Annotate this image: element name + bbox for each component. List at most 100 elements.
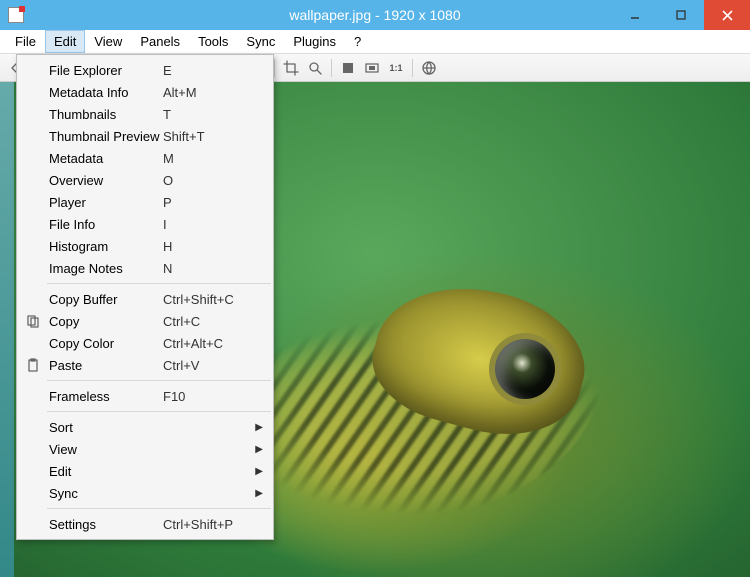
menu-item-label: Histogram <box>45 239 163 254</box>
menu-view[interactable]: View <box>85 30 131 53</box>
close-button[interactable] <box>704 0 750 30</box>
menu-item-label: Sync <box>45 486 163 501</box>
app-icon <box>8 7 24 23</box>
menu-edit[interactable]: Edit <box>45 30 85 53</box>
menu-item-label: Frameless <box>45 389 163 404</box>
menu-item-shortcut: Ctrl+Shift+C <box>163 292 253 307</box>
menu-help[interactable]: ? <box>345 30 370 53</box>
copy-icon <box>21 313 45 329</box>
menu-item-label: Overview <box>45 173 163 188</box>
slideshow-icon <box>364 60 380 76</box>
menu-item-shortcut: I <box>163 217 253 232</box>
crop-icon <box>283 60 299 76</box>
menu-item-overview[interactable]: OverviewO <box>17 169 273 191</box>
actual-size-icon: 1:1 <box>389 63 402 73</box>
titlebar[interactable]: wallpaper.jpg - 1920 x 1080 <box>0 0 750 30</box>
menu-item-label: View <box>45 442 163 457</box>
menu-file[interactable]: File <box>6 30 45 53</box>
menu-item-label: Copy Buffer <box>45 292 163 307</box>
menu-item-label: Image Notes <box>45 261 163 276</box>
toolbar-zoom-region[interactable] <box>304 57 326 79</box>
menu-item-player[interactable]: PlayerP <box>17 191 273 213</box>
web-icon <box>421 60 437 76</box>
menu-item-shortcut: M <box>163 151 253 166</box>
menu-item-file-explorer[interactable]: File ExplorerE <box>17 59 273 81</box>
maximize-icon <box>676 10 686 20</box>
toolbar-fullscreen[interactable] <box>337 57 359 79</box>
menu-item-shortcut: O <box>163 173 253 188</box>
submenu-arrow-icon: ▶ <box>253 422 263 433</box>
menubar: FileEditViewPanelsToolsSyncPlugins? <box>0 30 750 54</box>
menu-sync[interactable]: Sync <box>237 30 284 53</box>
menu-tools[interactable]: Tools <box>189 30 237 53</box>
minimize-button[interactable] <box>612 0 658 30</box>
window-controls <box>612 0 750 30</box>
toolbar-separator <box>412 59 413 77</box>
menu-item-shortcut: Shift+T <box>163 129 253 144</box>
zoom-region-icon <box>307 60 323 76</box>
menu-item-sync[interactable]: Sync ▶ <box>17 482 273 504</box>
menu-item-label: Settings <box>45 517 163 532</box>
menu-item-sort[interactable]: Sort ▶ <box>17 416 273 438</box>
menu-item-label: Paste <box>45 358 163 373</box>
close-icon <box>722 10 733 21</box>
menu-item-shortcut: Ctrl+C <box>163 314 253 329</box>
submenu-arrow-icon: ▶ <box>253 444 263 455</box>
submenu-arrow-icon: ▶ <box>253 466 263 477</box>
menu-item-metadata[interactable]: MetadataM <box>17 147 273 169</box>
menu-item-label: Metadata <box>45 151 163 166</box>
toolbar-web[interactable] <box>418 57 440 79</box>
menu-item-shortcut: F10 <box>163 389 253 404</box>
menu-item-thumbnails[interactable]: ThumbnailsT <box>17 103 273 125</box>
menu-item-frameless[interactable]: FramelessF10 <box>17 385 273 407</box>
menu-item-edit[interactable]: Edit ▶ <box>17 460 273 482</box>
menu-item-label: Sort <box>45 420 163 435</box>
menu-item-shortcut: Ctrl+Shift+P <box>163 517 253 532</box>
fullscreen-icon <box>340 60 356 76</box>
menu-item-label: Thumbnails <box>45 107 163 122</box>
menu-panels[interactable]: Panels <box>131 30 189 53</box>
menu-item-settings[interactable]: SettingsCtrl+Shift+P <box>17 513 273 535</box>
paste-icon <box>21 357 45 373</box>
menu-item-shortcut: Alt+M <box>163 85 253 100</box>
menu-item-image-notes[interactable]: Image NotesN <box>17 257 273 279</box>
menu-item-shortcut: Ctrl+V <box>163 358 253 373</box>
menu-separator <box>47 283 271 284</box>
menu-plugins[interactable]: Plugins <box>284 30 345 53</box>
toolbar-separator <box>331 59 332 77</box>
menu-item-shortcut: T <box>163 107 253 122</box>
menu-item-label: Metadata Info <box>45 85 163 100</box>
menu-separator <box>47 380 271 381</box>
toolbar-separator <box>274 59 275 77</box>
menu-item-label: Copy Color <box>45 336 163 351</box>
menu-item-shortcut: P <box>163 195 253 210</box>
window-title: wallpaper.jpg - 1920 x 1080 <box>289 7 460 23</box>
menu-item-copy-buffer[interactable]: Copy BufferCtrl+Shift+C <box>17 288 273 310</box>
minimize-icon <box>630 10 640 20</box>
menu-item-metadata-info[interactable]: Metadata InfoAlt+M <box>17 81 273 103</box>
menu-item-histogram[interactable]: HistogramH <box>17 235 273 257</box>
menu-item-shortcut: Ctrl+Alt+C <box>163 336 253 351</box>
menu-item-shortcut: E <box>163 63 253 78</box>
menu-item-paste[interactable]: PasteCtrl+V <box>17 354 273 376</box>
menu-item-thumbnail-preview[interactable]: Thumbnail PreviewShift+T <box>17 125 273 147</box>
menu-item-label: Thumbnail Preview <box>45 129 163 144</box>
maximize-button[interactable] <box>658 0 704 30</box>
menu-item-label: File Info <box>45 217 163 232</box>
edit-menu-dropdown: File ExplorerEMetadata InfoAlt+MThumbnai… <box>16 54 274 540</box>
menu-item-label: Edit <box>45 464 163 479</box>
menu-item-copy-color[interactable]: Copy ColorCtrl+Alt+C <box>17 332 273 354</box>
menu-item-file-info[interactable]: File InfoI <box>17 213 273 235</box>
menu-item-label: File Explorer <box>45 63 163 78</box>
submenu-arrow-icon: ▶ <box>253 488 263 499</box>
toolbar-slideshow[interactable] <box>361 57 383 79</box>
menu-item-copy[interactable]: CopyCtrl+C <box>17 310 273 332</box>
menu-item-view[interactable]: View ▶ <box>17 438 273 460</box>
toolbar-crop[interactable] <box>280 57 302 79</box>
menu-item-shortcut: H <box>163 239 253 254</box>
toolbar-actual-size[interactable]: 1:1 <box>385 57 407 79</box>
menu-separator <box>47 508 271 509</box>
menu-separator <box>47 411 271 412</box>
menu-item-label: Player <box>45 195 163 210</box>
menu-item-shortcut: N <box>163 261 253 276</box>
